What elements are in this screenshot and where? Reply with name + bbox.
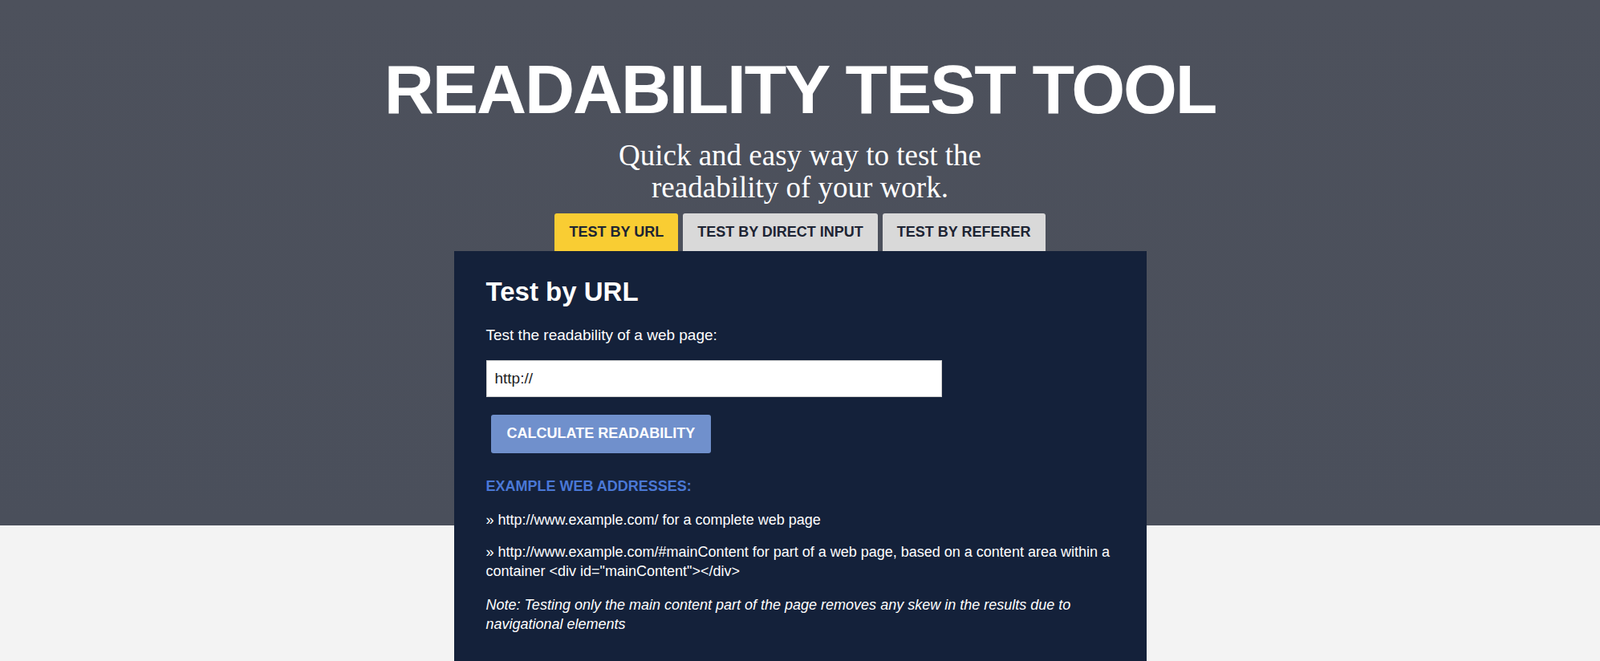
url-panel: Test by URL Test the readability of a web… bbox=[454, 251, 1147, 661]
tab-bar: TEST BY URLTEST BY DIRECT INPUTTEST BY R… bbox=[454, 213, 1147, 252]
calculate-button[interactable]: CALCULATE READABILITY bbox=[491, 414, 712, 454]
input-label: Test the readability of a web page: bbox=[486, 324, 1115, 348]
examples-heading: EXAMPLE WEB ADDRESSES: bbox=[486, 475, 1115, 498]
subtitle: Quick and easy way to test thereadabilit… bbox=[618, 139, 982, 204]
tab[interactable]: TEST BY DIRECT INPUT bbox=[682, 213, 878, 252]
page: READABILITY TEST TOOL Quick and easy way … bbox=[0, 0, 1600, 661]
tab[interactable]: TEST BY REFERER bbox=[882, 213, 1046, 252]
url-input[interactable] bbox=[486, 360, 943, 398]
page-title: READABILITY TEST TOOL bbox=[384, 54, 1216, 124]
panel-heading: Test by URL bbox=[486, 275, 1115, 309]
note: Note: Testing only the main content part… bbox=[486, 595, 1115, 634]
tab[interactable]: TEST BY URL bbox=[554, 213, 679, 252]
example-item: » http://www.example.com/ for a complete… bbox=[486, 510, 1115, 530]
example-item: » http://www.example.com/#mainContent fo… bbox=[486, 542, 1115, 581]
